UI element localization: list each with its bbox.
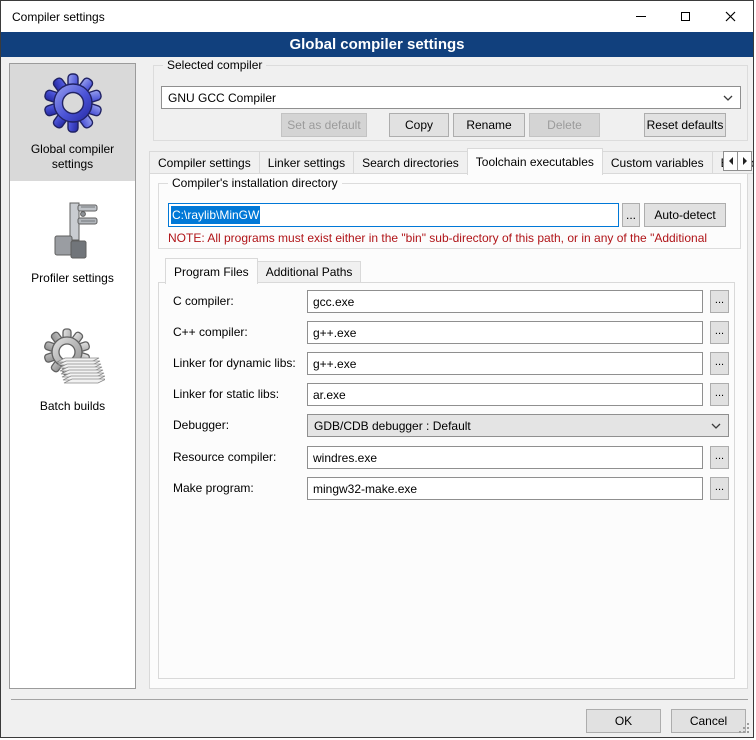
sidebar-item-label: Profiler settings	[31, 271, 114, 286]
installation-directory-value: C:\raylib\MinGW	[171, 206, 260, 224]
tab-scroll-right-button[interactable]	[737, 151, 752, 171]
make-program-browse-button[interactable]: ...	[710, 477, 729, 500]
field-row-make-program: Make program: ...	[159, 477, 734, 500]
settings-category-list: Global compiler settings Profiler settin…	[9, 63, 136, 689]
field-row-cpp-compiler: C++ compiler: ...	[159, 321, 734, 344]
delete-button[interactable]: Delete	[529, 113, 600, 137]
close-button[interactable]	[708, 1, 753, 32]
caliper-icon	[41, 200, 105, 264]
compiler-settings-window: Compiler settings Global compiler settin…	[0, 0, 754, 738]
resource-compiler-label: Resource compiler:	[173, 450, 276, 464]
installation-directory-row: C:\raylib\MinGW ... Auto-detect	[168, 203, 726, 227]
linker-static-browse-button[interactable]: ...	[710, 383, 729, 406]
selected-compiler-group-label: Selected compiler	[163, 58, 266, 72]
cpp-compiler-input[interactable]	[307, 321, 703, 344]
c-compiler-browse-button[interactable]: ...	[710, 290, 729, 313]
program-files-tab-strip: Program Files Additional Paths	[165, 257, 361, 283]
debugger-dropdown[interactable]: GDB/CDB debugger : Default	[307, 414, 729, 437]
resize-grip[interactable]	[738, 722, 750, 734]
cancel-button[interactable]: Cancel	[671, 709, 746, 733]
c-compiler-label: C compiler:	[173, 294, 234, 308]
tab-custom-variables[interactable]: Custom variables	[602, 151, 713, 174]
debugger-value: GDB/CDB debugger : Default	[314, 419, 471, 433]
make-program-input[interactable]	[307, 477, 703, 500]
cpp-compiler-browse-button[interactable]: ...	[710, 321, 729, 344]
sidebar-item-label: Batch builds	[40, 399, 105, 414]
tab-compiler-settings[interactable]: Compiler settings	[149, 151, 260, 174]
program-files-page: C compiler: ... C++ compiler: ... Linker…	[158, 282, 735, 679]
bin-subdirectory-note: NOTE: All programs must exist either in …	[168, 231, 735, 245]
footer-divider	[11, 699, 748, 700]
tab-scroll-buttons	[724, 151, 752, 171]
minimize-button[interactable]	[618, 1, 663, 32]
tab-program-files[interactable]: Program Files	[165, 258, 258, 284]
rename-button[interactable]: Rename	[453, 113, 525, 137]
window-title: Compiler settings	[1, 10, 105, 24]
installation-directory-group: Compiler's installation directory C:\ray…	[158, 183, 741, 249]
make-program-label: Make program:	[173, 481, 254, 495]
sidebar-item-global-compiler-settings[interactable]: Global compiler settings	[10, 64, 135, 181]
cpp-compiler-label: C++ compiler:	[173, 325, 248, 339]
set-as-default-button[interactable]: Set as default	[281, 113, 367, 137]
arrow-right-icon	[743, 157, 747, 165]
toolchain-executables-page: Compiler's installation directory C:\ray…	[149, 173, 748, 689]
sidebar-item-label: Global compiler settings	[11, 142, 134, 172]
copy-button[interactable]: Copy	[389, 113, 449, 137]
minimize-icon	[636, 16, 646, 17]
debugger-label: Debugger:	[173, 418, 229, 432]
sidebar-item-profiler-settings[interactable]: Profiler settings	[10, 193, 135, 295]
caption-buttons	[618, 1, 753, 32]
maximize-icon	[681, 12, 690, 21]
field-row-linker-static: Linker for static libs: ...	[159, 383, 734, 406]
tab-toolchain-executables[interactable]: Toolchain executables	[467, 148, 603, 175]
c-compiler-input[interactable]	[307, 290, 703, 313]
settings-tab-strip: Compiler settings Linker settings Search…	[149, 147, 754, 174]
reset-defaults-button[interactable]: Reset defaults	[644, 113, 726, 137]
selected-compiler-dropdown[interactable]: GNU GCC Compiler	[161, 86, 741, 109]
installation-directory-input[interactable]: C:\raylib\MinGW	[168, 203, 619, 227]
tab-additional-paths[interactable]: Additional Paths	[257, 261, 362, 283]
field-row-c-compiler: C compiler: ...	[159, 290, 734, 313]
linker-static-input[interactable]	[307, 383, 703, 406]
linker-dynamic-browse-button[interactable]: ...	[710, 352, 729, 375]
ok-button[interactable]: OK	[586, 709, 661, 733]
tab-search-directories[interactable]: Search directories	[353, 151, 468, 174]
sidebar-item-batch-builds[interactable]: Batch builds	[10, 321, 135, 423]
field-row-resource-compiler: Resource compiler: ...	[159, 446, 734, 469]
linker-static-label: Linker for static libs:	[173, 387, 279, 401]
field-row-debugger: Debugger: GDB/CDB debugger : Default	[159, 414, 734, 437]
arrow-left-icon	[729, 157, 733, 165]
auto-detect-button[interactable]: Auto-detect	[644, 203, 726, 227]
field-row-linker-dynamic: Linker for dynamic libs: ...	[159, 352, 734, 375]
blue-gear-icon	[41, 71, 105, 135]
tab-scroll-left-button[interactable]	[723, 151, 738, 171]
chevron-down-icon	[723, 95, 733, 101]
dialog-header: Global compiler settings	[1, 32, 753, 57]
maximize-button[interactable]	[663, 1, 708, 32]
tab-linker-settings[interactable]: Linker settings	[259, 151, 354, 174]
resource-compiler-input[interactable]	[307, 446, 703, 469]
close-icon	[725, 11, 736, 22]
gray-gear-stack-icon	[41, 328, 105, 392]
installation-directory-group-label: Compiler's installation directory	[168, 176, 342, 190]
linker-dynamic-label: Linker for dynamic libs:	[173, 356, 296, 370]
linker-dynamic-input[interactable]	[307, 352, 703, 375]
title-bar: Compiler settings	[1, 1, 753, 32]
chevron-down-icon	[711, 423, 721, 429]
selected-compiler-value: GNU GCC Compiler	[168, 91, 276, 105]
compiler-actions: Set as default Copy Rename Delete Reset …	[153, 113, 726, 137]
resource-compiler-browse-button[interactable]: ...	[710, 446, 729, 469]
installation-directory-browse-button[interactable]: ...	[622, 203, 640, 227]
